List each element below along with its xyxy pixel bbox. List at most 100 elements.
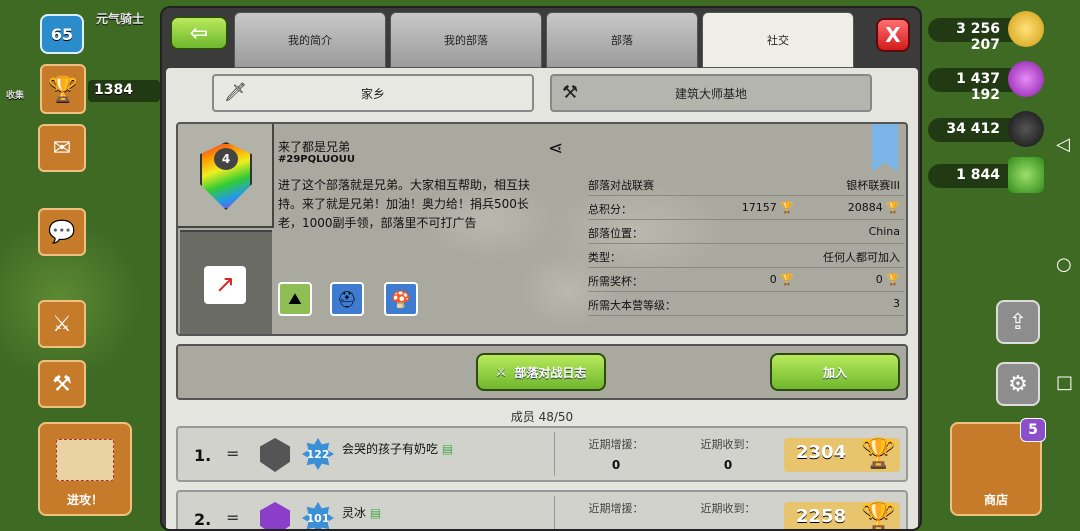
chat-note-icon: ▤ — [369, 506, 382, 520]
clan-badge-box: 4 — [178, 124, 274, 228]
stat-value: 3 — [893, 297, 900, 310]
xp-level-badge: 122 — [302, 438, 334, 470]
stat-total-points: 总积分： 17157 🏆 20884 🏆 — [588, 196, 904, 220]
stat-label: 部落位置： — [588, 227, 643, 240]
clan-description: 进了这个部落就是兄弟。大家相互帮助，相互扶持。来了就是兄弟！加油！奥力给！捐兵5… — [278, 178, 531, 230]
gold-counter: 3 256 207 — [928, 11, 1044, 53]
nav-back-icon[interactable]: ◁ — [1056, 134, 1070, 155]
member-trophies: 2258 🏆 — [784, 500, 900, 531]
row-divider — [554, 432, 555, 476]
stat-label: 总积分： — [588, 203, 632, 216]
settings-gear-icon[interactable]: ⚙ — [996, 362, 1040, 406]
stat-label: 类型： — [588, 251, 621, 264]
trophy-icon: 🏆 — [886, 273, 900, 286]
clan-perk-mushroom-icon[interactable]: 🍄 — [384, 282, 418, 316]
shop-badge: 5 — [1020, 418, 1046, 442]
trophy-icon: 🏆 — [780, 201, 794, 214]
members-count: 成员 48/50 — [510, 410, 574, 424]
android-nav-bar: ◁ ○ □ — [1048, 0, 1080, 531]
tab-my-profile[interactable]: 我的简介 — [234, 12, 386, 68]
received-col: 近期收到： 0 — [700, 438, 756, 472]
subtab-builder-base[interactable]: ⚒ 建筑大师基地 — [550, 74, 872, 112]
member-rank: 1. — [194, 446, 212, 465]
war-log-button[interactable]: ⚔ 部落对战日志 — [476, 353, 606, 391]
gem-amount: 1 844 — [956, 167, 1000, 183]
trophy-count: 1384 — [88, 80, 160, 102]
chat-icon[interactable]: 💬 — [38, 208, 86, 256]
clan-actions-bar: ⚔ 部落对战日志 加入 — [176, 344, 908, 400]
close-button[interactable]: X — [876, 18, 910, 52]
hammer-icon: ⚒ — [562, 82, 579, 103]
trophy-icon: 🏆 — [861, 500, 896, 531]
clan-perk-helmet-icon[interactable]: ⛑ — [330, 282, 364, 316]
stat-value: 任何人都可加入 — [823, 251, 900, 264]
donated-col: 近期增援： 0 — [588, 438, 644, 472]
stat-war-league: 部落对战联赛 银杯联赛III — [588, 172, 904, 196]
village-subtabs: 🗡 家乡 ⚒ 建筑大师基地 — [212, 74, 872, 112]
stat-value: 银杯联赛III — [846, 179, 900, 192]
subtab-builder-label: 建筑大师基地 — [674, 86, 747, 101]
tab-clans[interactable]: 部落 — [546, 12, 698, 68]
back-button[interactable]: ⇦ — [170, 16, 228, 50]
map-icon — [56, 439, 114, 481]
clan-level: 4 — [214, 148, 238, 170]
join-button[interactable]: 加入 — [770, 353, 900, 391]
clan-tag: #29PQLUOUU — [278, 154, 356, 165]
player-name: 元气骑士 — [96, 12, 145, 26]
chat-note-icon: ▤ — [441, 442, 454, 456]
profile-tabs: 我的简介 我的部落 部落 社交 — [234, 12, 854, 68]
elixir-counter: 1 437 192 — [928, 61, 1044, 103]
rank-change: = — [226, 444, 240, 463]
league-ribbon-icon — [872, 124, 898, 172]
mail-icon[interactable]: ✉ — [38, 124, 86, 172]
war-log-label: 部落对战日志 — [514, 365, 587, 380]
stat-label: 所需奖杯： — [588, 275, 643, 288]
rank-change: = — [226, 508, 240, 527]
member-trophies: 2304 🏆 — [784, 436, 900, 472]
row-divider — [554, 496, 555, 529]
subtab-home-label: 家乡 — [360, 86, 385, 101]
gem-counter: 1 844 — [928, 157, 1044, 193]
trophy-icon: 🏆 — [780, 273, 794, 286]
stat-type: 类型： 任何人都可加入 — [588, 244, 904, 268]
stat-value-home: 0 🏆 — [769, 273, 794, 286]
collect-label: 收集 — [6, 91, 25, 101]
share-layout-icon[interactable]: ⇪ — [996, 300, 1040, 344]
stat-value: China — [868, 225, 900, 238]
stat-location: 部落位置： China — [588, 220, 904, 244]
back-arrow-icon: ⇦ — [189, 20, 209, 46]
clan-stats-graph-button[interactable]: ↗ — [180, 230, 272, 334]
clan-profile-panel: ⇦ 我的简介 我的部落 部落 社交 X 🗡 家乡 ⚒ 建筑大师基地 4 ↗ 来了… — [160, 6, 922, 531]
sword-icon: 🗡 — [224, 82, 247, 103]
clan-perk-rock-icon[interactable]: ⛰ — [278, 282, 312, 316]
attack-button[interactable]: 进攻！ — [38, 422, 132, 516]
table-row[interactable]: 1. = 122 会哭的孩子有奶吃 ▤ 近期增援： 0 近期收到： 0 2304 🏆 — [176, 426, 908, 482]
elixir-icon — [1008, 61, 1044, 97]
dark-elixir-icon — [1008, 111, 1044, 147]
trophy-icon[interactable]: 🏆 — [40, 64, 86, 114]
builder-icon[interactable]: ⚒ — [38, 360, 86, 408]
donated-col: 近期增援： — [588, 502, 644, 515]
tab-social[interactable]: 社交 — [702, 12, 854, 68]
tab-my-clan[interactable]: 我的部落 — [390, 12, 542, 68]
gold-icon — [1008, 11, 1044, 47]
stat-value-builder: 0 🏆 — [875, 273, 900, 286]
stat-required-townhall: 所需大本营等级： 3 — [588, 292, 904, 316]
dark-elixir-amount: 34 412 — [946, 121, 1000, 137]
xp-level-badge: 101 — [302, 502, 334, 529]
subtab-home-village[interactable]: 🗡 家乡 — [212, 74, 534, 112]
player-level-badge[interactable]: 65 — [40, 14, 84, 54]
swords-icon[interactable]: ⚔ — [38, 300, 86, 348]
nav-home-icon[interactable]: ○ — [1056, 254, 1072, 275]
received-col: 近期收到： — [700, 502, 756, 515]
gem-icon — [1008, 157, 1044, 193]
clan-info-card: 4 ↗ 来了都是兄弟 #29PQLUOUU 进了这个部落就是兄弟。大家相互帮助，… — [176, 122, 908, 336]
table-row[interactable]: 2. = 101 灵冰 ▤ 近期增援： 近期收到： 2258 🏆 — [176, 490, 908, 531]
panel-content: 🗡 家乡 ⚒ 建筑大师基地 4 ↗ 来了都是兄弟 #29PQLUOUU 进了这个… — [166, 68, 918, 531]
nav-recent-icon[interactable]: □ — [1056, 372, 1073, 393]
share-icon[interactable]: ⋖ — [548, 138, 563, 159]
shop-button[interactable]: 5 商店 — [950, 418, 1046, 516]
dark-elixir-counter: 34 412 — [928, 111, 1044, 147]
member-name: 会哭的孩子有奶吃 ▤ — [342, 442, 454, 456]
member-rank: 2. — [194, 510, 212, 529]
